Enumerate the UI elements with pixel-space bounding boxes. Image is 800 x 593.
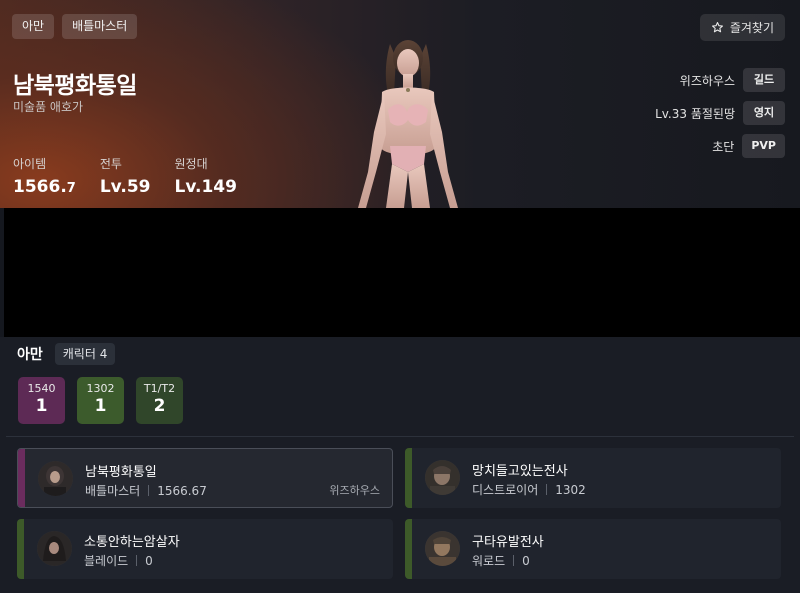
roster-server-name: 아만	[17, 347, 43, 363]
stat-item-level: 아이템 1566.7	[13, 155, 76, 197]
card-class: 디스트로이어	[472, 483, 539, 497]
info-row-pvp: 초단 PVP	[655, 134, 785, 158]
stats-row: 아이템 1566.7 전투 Lv.59 원정대 Lv.149	[13, 155, 237, 197]
card-meta: 배틀마스터 1566.67	[85, 482, 207, 499]
character-card[interactable]: 남북평화통일 배틀마스터 1566.67 위즈하우스	[17, 448, 393, 508]
tier-badge-1540: 1540 1	[18, 377, 65, 424]
card-meta: 디스트로이어 1302	[472, 481, 586, 498]
info-row-guild: 위즈하우스 길드	[655, 68, 785, 92]
card-character-name: 남북평화통일	[85, 465, 157, 480]
stat-label: 원정대	[174, 157, 208, 171]
tier-badge-t1t2: T1/T2 2	[136, 377, 183, 424]
pvp-rank: 초단	[712, 139, 735, 154]
character-card[interactable]: 소통안하는암살자 블레이드 0	[17, 519, 393, 579]
card-character-name: 소통안하는암살자	[84, 535, 180, 550]
character-header: 아만 배틀마스터 즐겨찾기 남북평화통일 미술품 애호가 아이템 1566.7 …	[0, 0, 800, 208]
card-level: 0	[145, 553, 153, 568]
card-level: 0	[522, 553, 530, 568]
stat-item-combat: 전투 Lv.59	[100, 155, 151, 197]
character-avatar-image	[358, 40, 458, 208]
card-accent-bar	[17, 519, 24, 579]
character-card[interactable]: 구타유발전사 워로드 0	[405, 519, 781, 579]
divider	[6, 436, 794, 437]
star-icon	[711, 21, 723, 33]
stat-value: Lv.149	[174, 177, 237, 197]
info-list: 위즈하우스 길드 Lv.33 품절된땅 영지 초단 PVP	[655, 68, 785, 167]
character-portrait	[425, 460, 460, 495]
card-meta: 워로드 0	[472, 552, 530, 569]
class-tag[interactable]: 배틀마스터	[62, 14, 138, 39]
card-accent-bar	[405, 519, 412, 579]
card-level: 1302	[555, 482, 586, 497]
favorite-label: 즐겨찾기	[729, 21, 774, 35]
guild-chip: 길드	[743, 68, 785, 92]
server-tag[interactable]: 아만	[12, 14, 55, 39]
card-character-name: 망치들고있는전사	[472, 464, 568, 479]
character-portrait	[38, 461, 73, 496]
roster-server-row: 아만 캐릭터 4	[17, 343, 116, 365]
stat-value: Lv.59	[99, 177, 151, 197]
card-class: 블레이드	[84, 554, 129, 568]
character-portrait	[37, 531, 72, 566]
card-class: 배틀마스터	[85, 484, 141, 498]
roster-panel: 아만 캐릭터 4 1540 1 1302 1 T1/T2 2 남북평화통일 배틀…	[0, 337, 800, 593]
estate-chip: 영지	[743, 101, 785, 125]
stat-label: 아이템	[13, 157, 47, 171]
card-accent-bar	[405, 448, 412, 508]
guild-name[interactable]: 위즈하우스	[680, 72, 735, 89]
card-meta: 블레이드 0	[84, 552, 153, 569]
tag-row: 아만 배틀마스터	[12, 14, 138, 39]
card-level: 1566.67	[157, 483, 207, 498]
character-portrait	[425, 531, 460, 566]
character-name: 남북평화통일	[13, 73, 137, 99]
card-character-name: 구타유발전사	[472, 535, 544, 550]
card-class: 워로드	[472, 554, 506, 568]
stat-label: 전투	[99, 157, 122, 171]
stat-item-expedition: 원정대 Lv.149	[174, 155, 236, 197]
favorite-button[interactable]: 즐겨찾기	[699, 14, 785, 41]
stat-value: 1566.7	[13, 177, 76, 197]
card-accent-bar	[18, 449, 25, 507]
info-row-estate: Lv.33 품절된땅 영지	[655, 101, 785, 125]
media-placeholder	[4, 208, 800, 337]
card-guild: 위즈하우스	[329, 484, 380, 497]
character-title: 미술품 애호가	[13, 100, 84, 114]
tier-badge-1302: 1302 1	[77, 377, 124, 424]
pvp-chip: PVP	[742, 134, 785, 158]
character-card[interactable]: 망치들고있는전사 디스트로이어 1302	[405, 448, 781, 508]
character-count-badge: 캐릭터 4	[54, 343, 116, 365]
tier-summary: 1540 1 1302 1 T1/T2 2	[18, 377, 183, 424]
estate-name: Lv.33 품절된땅	[655, 106, 735, 121]
